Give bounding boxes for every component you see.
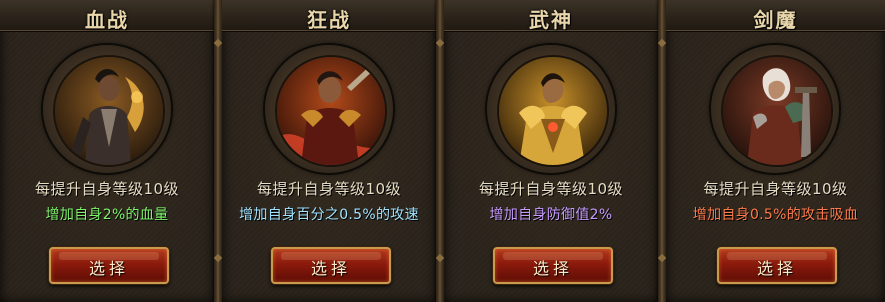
select-button[interactable]: 选择 [49, 247, 169, 284]
select-button[interactable]: 选择 [271, 247, 391, 284]
card-title: 狂战 [307, 8, 351, 32]
warrior-portrait [43, 45, 171, 173]
class-selection-panel: 血战 每提升自身等级10级 增加自身2%的血量 选择 狂战 每提升自身等级10级… [0, 0, 885, 302]
select-button-label: 选择 [88, 259, 129, 278]
sword-demon-portrait [711, 45, 839, 173]
level-requirement-text: 每提升自身等级10级 [256, 180, 402, 198]
card-title: 武神 [529, 8, 573, 32]
class-card-war-god: 武神 每提升自身等级10级 增加自身防御值2% 选择 [444, 0, 658, 302]
select-button-label: 选择 [310, 259, 351, 278]
card-divider [436, 0, 444, 302]
select-button-label: 选择 [532, 259, 573, 278]
card-title-bar: 武神 [444, 0, 658, 32]
bonus-text: 增加自身0.5%的攻击吸血 [692, 207, 859, 223]
berserker-portrait [265, 45, 393, 173]
bonus-text: 增加自身2%的血量 [45, 207, 169, 223]
card-title-bar: 剑魔 [666, 0, 885, 32]
level-requirement-text: 每提升自身等级10级 [478, 180, 624, 198]
select-button-label: 选择 [756, 259, 797, 278]
class-card-berserker: 狂战 每提升自身等级10级 增加自身百分之0.5%的攻速 选择 [222, 0, 436, 302]
card-title: 血战 [85, 8, 129, 32]
card-title-bar: 血战 [0, 0, 214, 32]
card-title-bar: 狂战 [222, 0, 436, 32]
select-button[interactable]: 选择 [493, 247, 613, 284]
level-requirement-text: 每提升自身等级10级 [34, 180, 180, 198]
card-title: 剑魔 [753, 8, 798, 32]
bonus-text: 增加自身防御值2% [489, 207, 613, 223]
level-requirement-text: 每提升自身等级10级 [703, 180, 848, 198]
card-divider [658, 0, 666, 302]
class-card-sword-demon: 剑魔 每提升自身等级10级 增加自身0.5%的攻击吸血 选择 [666, 0, 885, 302]
card-divider [214, 0, 222, 302]
class-card-blood-war: 血战 每提升自身等级10级 增加自身2%的血量 选择 [0, 0, 214, 302]
select-button[interactable]: 选择 [717, 247, 837, 284]
bonus-text: 增加自身百分之0.5%的攻速 [239, 207, 419, 223]
war-god-portrait [487, 45, 615, 173]
